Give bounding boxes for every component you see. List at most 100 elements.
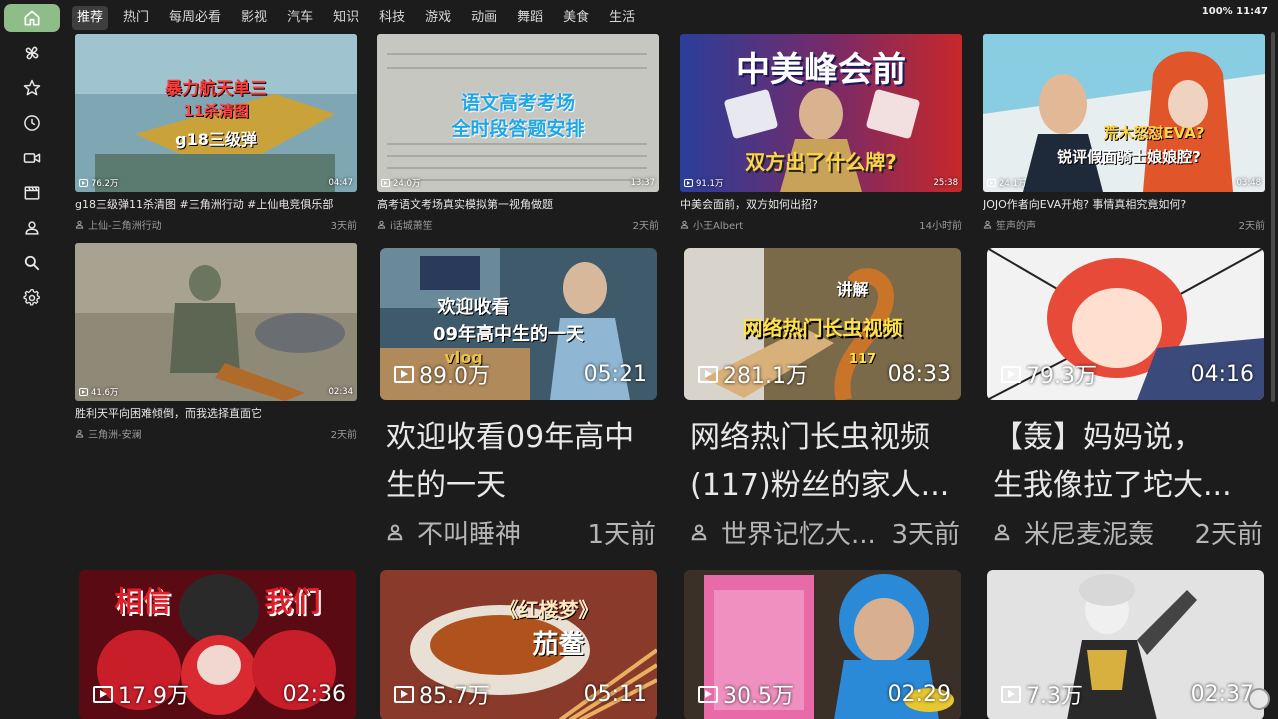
sidebar-item-hot[interactable] xyxy=(4,39,60,67)
thumbnail-stats: 79.3万 04:16 xyxy=(987,348,1264,400)
tab-dance[interactable]: 舞蹈 xyxy=(512,6,548,30)
video-thumbnail[interactable]: 41.6万 02:34 xyxy=(75,243,357,401)
view-count: 24.1万 xyxy=(999,179,1027,189)
video-title[interactable]: 胜利天平向困难倾倒，而我选择直面它 xyxy=(75,407,357,421)
video-meta: 小王Albert 14小时前 xyxy=(680,217,962,232)
video-thumbnail[interactable]: 《红楼梦》 茄鲞 85.7万 05:11 xyxy=(380,570,657,719)
duration: 04:47 xyxy=(328,178,354,188)
thumbnail-caption: 暴力航天单三 xyxy=(165,79,267,99)
thumbnail-caption: 09年高中生的一天 xyxy=(432,324,585,345)
tab-hot[interactable]: 热门 xyxy=(118,6,154,30)
video-thumbnail[interactable]: 中美峰会前 双方出了什么牌? 91.1万 25:38 xyxy=(680,34,962,192)
thumbnail-caption: 欢迎收看 xyxy=(437,297,510,318)
video-title[interactable]: g18三级弹11杀清图 #三角洲行动 #上仙电竞俱乐部 xyxy=(75,198,357,212)
tab-anime[interactable]: 动画 xyxy=(466,6,502,30)
author-name[interactable]: 三角洲-安澜 xyxy=(88,426,142,441)
video-title[interactable]: 网络热门长虫视频 (117)粉丝的家人... xyxy=(690,414,962,510)
video-thumbnail[interactable]: 7.3万 02:37 xyxy=(987,570,1264,719)
play-count-icon xyxy=(684,179,693,187)
duration: 04:16 xyxy=(1190,361,1254,387)
floating-assistant-button[interactable] xyxy=(1248,688,1270,710)
thumbnail-caption: 我们 xyxy=(264,585,321,618)
play-count-icon xyxy=(698,685,718,703)
sidebar-item-search[interactable] xyxy=(4,249,60,277)
user-icon xyxy=(75,220,84,229)
sidebar-item-profile[interactable] xyxy=(4,214,60,242)
video-title[interactable]: 中美会面前，双方如何出招? xyxy=(680,198,962,212)
video-thumbnail[interactable]: 欢迎收看 09年高中生的一天 vlog 89.0万 05:21 xyxy=(380,248,657,400)
scrollbar[interactable] xyxy=(1271,32,1275,402)
home-icon xyxy=(22,8,42,28)
video-thumbnail[interactable]: 暴力航天单三 11杀清图 g18三级弹 76.2万 04:47 xyxy=(75,34,357,192)
thumbnail-caption: g18三级弹 xyxy=(175,130,257,149)
play-count-icon xyxy=(79,388,88,396)
view-count: 7.3万 xyxy=(1026,684,1083,709)
thumbnail-stats: 76.2万 04:47 xyxy=(75,174,357,192)
author-name[interactable]: i话城萧笙 xyxy=(390,217,433,232)
video-thumbnail[interactable]: 相信 我们 17.9万 02:36 xyxy=(79,570,356,719)
tab-life[interactable]: 生活 xyxy=(604,6,640,30)
sidebar-item-home[interactable] xyxy=(4,4,60,32)
thumbnail-caption: 相信 xyxy=(114,585,171,618)
author-name[interactable]: 笙声的声 xyxy=(996,217,1036,232)
gear-icon xyxy=(22,288,42,308)
video-title[interactable]: 【轰】妈妈说， 生我像拉了坨大... xyxy=(993,414,1265,510)
view-count: 41.6万 xyxy=(91,388,119,398)
sidebar-item-favorites[interactable] xyxy=(4,74,60,102)
duration: 03:48 xyxy=(1236,178,1262,188)
video-title[interactable]: JOJO作者向EVA开炮? 事情真相究竟如何? xyxy=(983,198,1265,212)
view-count: 79.3万 xyxy=(1026,364,1097,389)
video-title-line: 网络热门长虫视频 xyxy=(690,420,930,455)
sidebar-item-live[interactable] xyxy=(4,144,60,172)
clock-icon xyxy=(22,113,42,133)
thumbnail-caption: 网络热门长虫视频 xyxy=(742,316,903,340)
tab-weekly[interactable]: 每周必看 xyxy=(164,6,226,30)
thumbnail-stats: 24.0万 13:37 xyxy=(377,174,659,192)
publish-time: 2天前 xyxy=(1238,220,1265,232)
thumbnail-stats: 85.7万 05:11 xyxy=(380,668,657,719)
publish-time: 14小时前 xyxy=(919,220,962,232)
sidebar-item-settings[interactable] xyxy=(4,284,60,312)
publish-time: 3天前 xyxy=(891,519,960,550)
thumbnail-stats: 41.6万 02:34 xyxy=(75,383,357,401)
video-thumbnail[interactable]: 语文高考考场 全时段答题安排 24.0万 13:37 xyxy=(377,34,659,192)
video-title-line: 欢迎收看09年高中 xyxy=(386,420,635,455)
video-thumbnail[interactable]: 荒木怒怼EVA? 锐评假面骑士娘娘腔? 24.1万 03:48 xyxy=(983,34,1265,192)
duration: 02:34 xyxy=(328,387,354,397)
pinwheel-icon xyxy=(22,43,42,63)
video-meta: 不叫睡神 1天前 xyxy=(386,514,656,550)
video-meta: 笙声的声 2天前 xyxy=(983,217,1265,232)
tab-knowledge[interactable]: 知识 xyxy=(328,6,364,30)
tab-film[interactable]: 影视 xyxy=(236,6,272,30)
user-icon xyxy=(75,429,84,438)
thumbnail-caption: 双方出了什么牌? xyxy=(745,150,897,174)
sidebar-item-history[interactable] xyxy=(4,109,60,137)
sidebar-item-movies[interactable] xyxy=(4,179,60,207)
thumbnail-stats: 17.9万 02:36 xyxy=(79,668,356,719)
tab-games[interactable]: 游戏 xyxy=(420,6,456,30)
video-thumbnail[interactable]: 79.3万 04:16 xyxy=(987,248,1264,400)
duration: 02:36 xyxy=(282,681,346,707)
author-name[interactable]: 世界记忆大... xyxy=(721,514,876,551)
tab-cars[interactable]: 汽车 xyxy=(282,6,318,30)
author-name[interactable]: 不叫睡神 xyxy=(417,514,521,551)
view-count: 24.0万 xyxy=(393,179,421,189)
thumbnail-stats: 91.1万 25:38 xyxy=(680,174,962,192)
duration: 08:33 xyxy=(887,361,951,387)
tab-food[interactable]: 美食 xyxy=(558,6,594,30)
video-title[interactable]: 高考语文考场真实模拟第一视角做题 xyxy=(377,198,659,212)
tab-tech[interactable]: 科技 xyxy=(374,6,410,30)
user-icon xyxy=(994,524,1010,541)
thumbnail-caption: 11杀清图 xyxy=(183,102,249,120)
author-name[interactable]: 上仙-三角洲行动 xyxy=(88,217,162,232)
author-name[interactable]: 米尼麦泥轰 xyxy=(1024,514,1154,551)
video-thumbnail[interactable]: 讲解 网络热门长虫视频 117 281.1万 08:33 xyxy=(684,248,961,400)
tab-recommend[interactable]: 推荐 xyxy=(72,6,109,30)
thumbnail-caption: 全时段答题安排 xyxy=(451,118,585,140)
video-thumbnail[interactable]: 30.5万 02:29 xyxy=(684,570,961,719)
thumbnail-stats: 281.1万 08:33 xyxy=(684,348,961,400)
thumbnail-stats: 24.1万 03:48 xyxy=(983,174,1265,192)
video-title[interactable]: 欢迎收看09年高中 生的一天 xyxy=(386,414,658,510)
thumbnail-caption: 语文高考考场 xyxy=(460,92,575,114)
author-name[interactable]: 小王Albert xyxy=(693,217,743,232)
